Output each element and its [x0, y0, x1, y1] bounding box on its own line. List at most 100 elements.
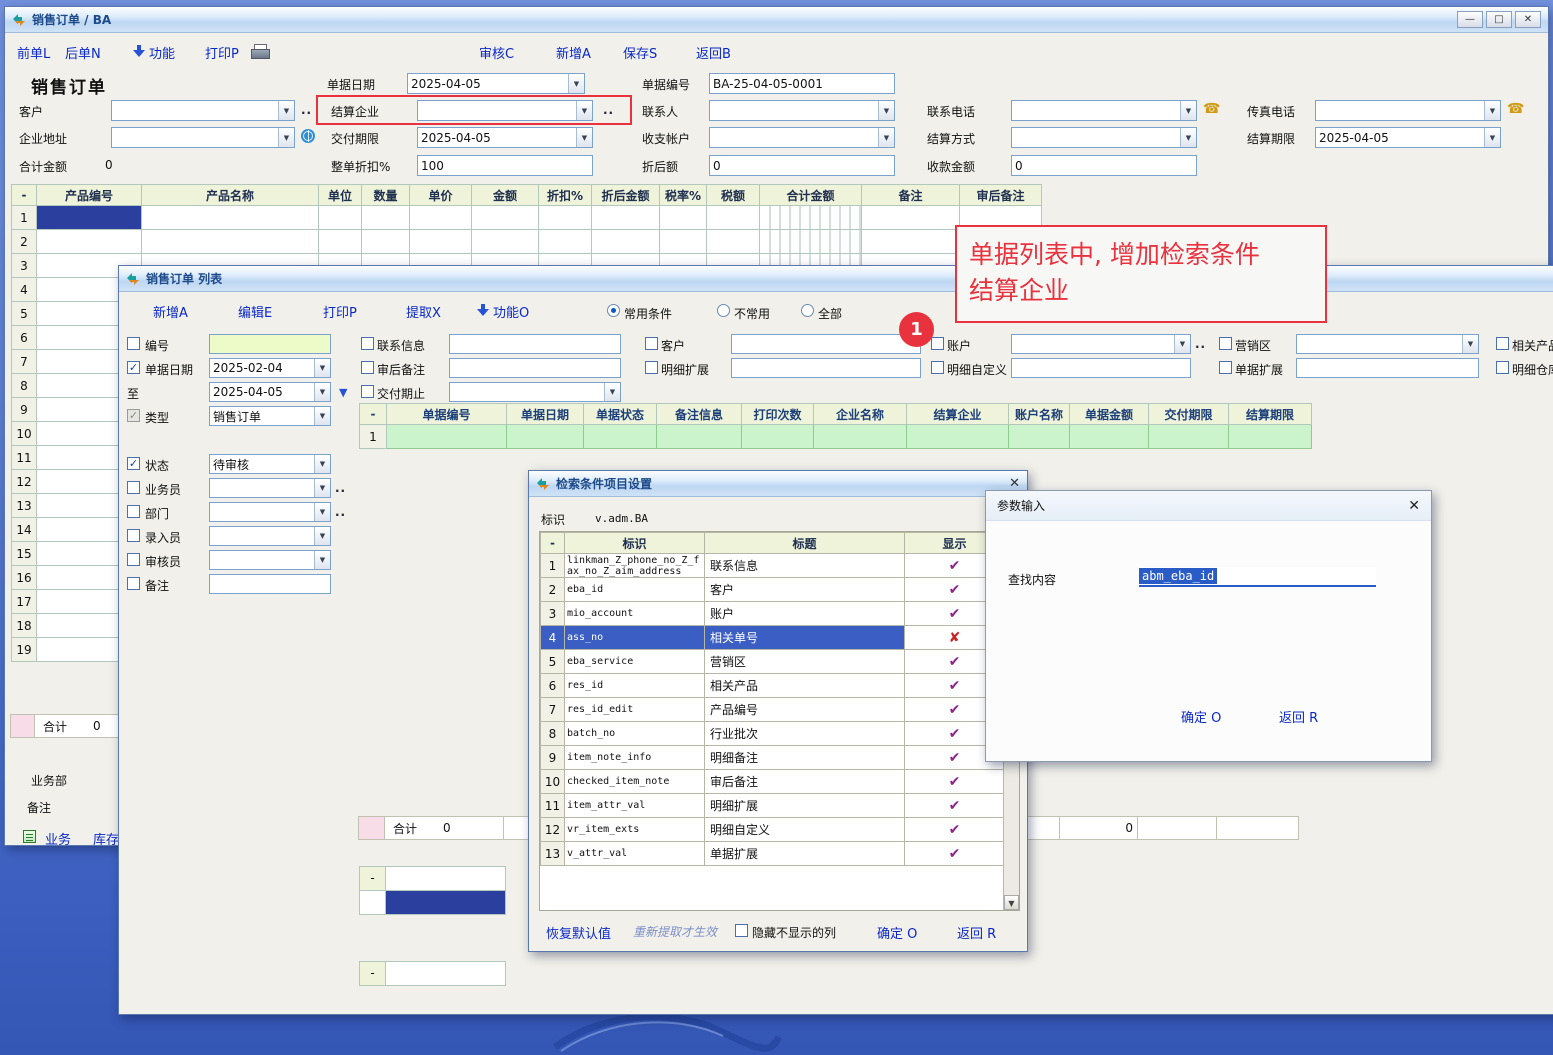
row-number[interactable]: 4: [12, 278, 37, 302]
settings-id-cell[interactable]: checked_item_note: [565, 770, 705, 794]
toolbar-back[interactable]: 返回B: [696, 43, 731, 62]
dropdown-icon[interactable]: ▼: [1462, 335, 1478, 353]
settings-row-number[interactable]: 3: [541, 602, 565, 626]
address-field[interactable]: ▼: [111, 127, 295, 148]
main-grid-cell[interactable]: [362, 206, 410, 230]
detail-grid-rownum[interactable]: [359, 890, 386, 915]
filter-field[interactable]: 销售订单▼: [209, 406, 331, 426]
dropdown-icon[interactable]: ▼: [576, 128, 592, 147]
row-number[interactable]: 13: [12, 494, 37, 518]
printer-icon[interactable]: [251, 44, 269, 59]
list-grid-col[interactable]: 备注信息: [657, 404, 742, 425]
main-grid-cell[interactable]: [410, 206, 472, 230]
row-number[interactable]: 6: [12, 326, 37, 350]
settings-title-cell[interactable]: 审后备注: [705, 770, 905, 794]
fax-field[interactable]: ▼: [1315, 100, 1501, 121]
row-number[interactable]: 3: [12, 254, 37, 278]
filter-checkbox[interactable]: [1219, 361, 1232, 374]
main-grid-cell[interactable]: [660, 230, 707, 254]
main-grid-cell[interactable]: [760, 230, 862, 254]
doc-no-field[interactable]: BA-25-04-05-0001: [709, 73, 895, 94]
dropdown-icon[interactable]: ▼: [314, 527, 330, 545]
filter-checkbox[interactable]: [931, 361, 944, 374]
main-grid-cell[interactable]: [142, 230, 319, 254]
row-number[interactable]: 18: [12, 614, 37, 638]
toolbar-prev-doc[interactable]: 前单L: [17, 43, 50, 62]
param-ok-button[interactable]: 确定 O: [1181, 707, 1221, 726]
filter-checkbox[interactable]: [127, 553, 140, 566]
filter-checkbox[interactable]: ✓: [127, 457, 140, 470]
list-grid-col[interactable]: 单据金额: [1070, 404, 1149, 425]
settings-grid-col[interactable]: -: [541, 533, 565, 554]
list-grid-col[interactable]: 打印次数: [742, 404, 814, 425]
list-grid-col[interactable]: 企业名称: [814, 404, 907, 425]
filter-field[interactable]: [449, 334, 621, 354]
filter-field[interactable]: ▼: [209, 502, 331, 522]
settings-title-cell[interactable]: 明细备注: [705, 746, 905, 770]
main-grid-col[interactable]: 税率%: [660, 185, 707, 206]
dropdown-icon[interactable]: ▼: [568, 74, 584, 93]
settings-row-number[interactable]: 2: [541, 578, 565, 602]
settings-title-cell[interactable]: 客户: [705, 578, 905, 602]
settings-id-cell[interactable]: eba_service: [565, 650, 705, 674]
fax-phone-icon[interactable]: ☎: [1507, 102, 1524, 116]
filter-field[interactable]: [449, 358, 621, 378]
row-number[interactable]: 9: [12, 398, 37, 422]
filter-checkbox[interactable]: [361, 385, 374, 398]
row-number[interactable]: 19: [12, 638, 37, 662]
filter-checkbox[interactable]: [361, 361, 374, 374]
filter-checkbox[interactable]: [1496, 361, 1509, 374]
list-grid-col[interactable]: 交付期限: [1149, 404, 1229, 425]
minimize-icon[interactable]: —: [1457, 11, 1483, 28]
main-grid-cell[interactable]: [660, 206, 707, 230]
list-grid-col[interactable]: 结算期限: [1229, 404, 1312, 425]
filter-field[interactable]: [1296, 358, 1479, 378]
dropdown-icon[interactable]: ▼: [278, 128, 294, 147]
settings-titlebar[interactable]: 检索条件项目设置 ✕: [529, 471, 1027, 497]
settings-id-cell[interactable]: mio_account: [565, 602, 705, 626]
settings-row-number[interactable]: 11: [541, 794, 565, 818]
settings-row-number[interactable]: 8: [541, 722, 565, 746]
lookup-button[interactable]: ..: [335, 505, 346, 519]
filter-checkbox[interactable]: [127, 505, 140, 518]
globe-icon[interactable]: [301, 129, 315, 143]
filter-field[interactable]: ▼: [449, 382, 621, 402]
main-grid-cell[interactable]: [472, 206, 539, 230]
toolbar-next-doc[interactable]: 后单N: [65, 43, 101, 62]
radio-label[interactable]: 全部: [818, 305, 842, 322]
dropdown-icon[interactable]: ▼: [314, 479, 330, 497]
find-input[interactable]: abm_eba_id: [1139, 567, 1376, 587]
settings-title-cell[interactable]: 账户: [705, 602, 905, 626]
settings-row-number[interactable]: 7: [541, 698, 565, 722]
filter-checkbox[interactable]: [645, 361, 658, 374]
show-toggle[interactable]: ✔: [905, 842, 1005, 866]
main-grid-col[interactable]: 审后备注: [960, 185, 1042, 206]
list-grid-col[interactable]: 单据日期: [507, 404, 584, 425]
settings-row-number[interactable]: 13: [541, 842, 565, 866]
list-grid-col[interactable]: 账户名称: [1009, 404, 1070, 425]
radio-label[interactable]: 常用条件: [624, 305, 672, 322]
main-grid-col[interactable]: 折后金额: [592, 185, 660, 206]
dropdown-icon[interactable]: ▼: [314, 551, 330, 569]
filter-field[interactable]: 2025-02-04▼: [209, 358, 331, 378]
dropdown-icon[interactable]: ▼: [314, 383, 330, 401]
settings-id-cell[interactable]: vr_item_exts: [565, 818, 705, 842]
main-grid-col[interactable]: 合计金额: [760, 185, 862, 206]
main-grid-cell[interactable]: [707, 206, 760, 230]
filter-checkbox[interactable]: [1496, 337, 1509, 350]
toolbar-function[interactable]: 功能: [149, 43, 175, 62]
settings-grid-row[interactable]: 3mio_account账户✔: [541, 602, 1005, 626]
radio-全部[interactable]: [801, 304, 814, 317]
filter-field[interactable]: [731, 334, 921, 354]
dropdown-icon[interactable]: ▼: [314, 359, 330, 377]
main-grid-col[interactable]: 税额: [707, 185, 760, 206]
settings-id-cell[interactable]: batch_no: [565, 722, 705, 746]
main-grid-cell[interactable]: [319, 230, 362, 254]
dropdown-icon[interactable]: ▼: [314, 455, 330, 473]
main-grid-col[interactable]: 单价: [410, 185, 472, 206]
customer-lookup-button[interactable]: ..: [301, 103, 312, 117]
filter-checkbox[interactable]: ✓: [127, 409, 140, 422]
show-toggle[interactable]: ✔: [905, 794, 1005, 818]
main-grid-cell[interactable]: [142, 206, 319, 230]
settle-method-field[interactable]: ▼: [1011, 127, 1197, 148]
